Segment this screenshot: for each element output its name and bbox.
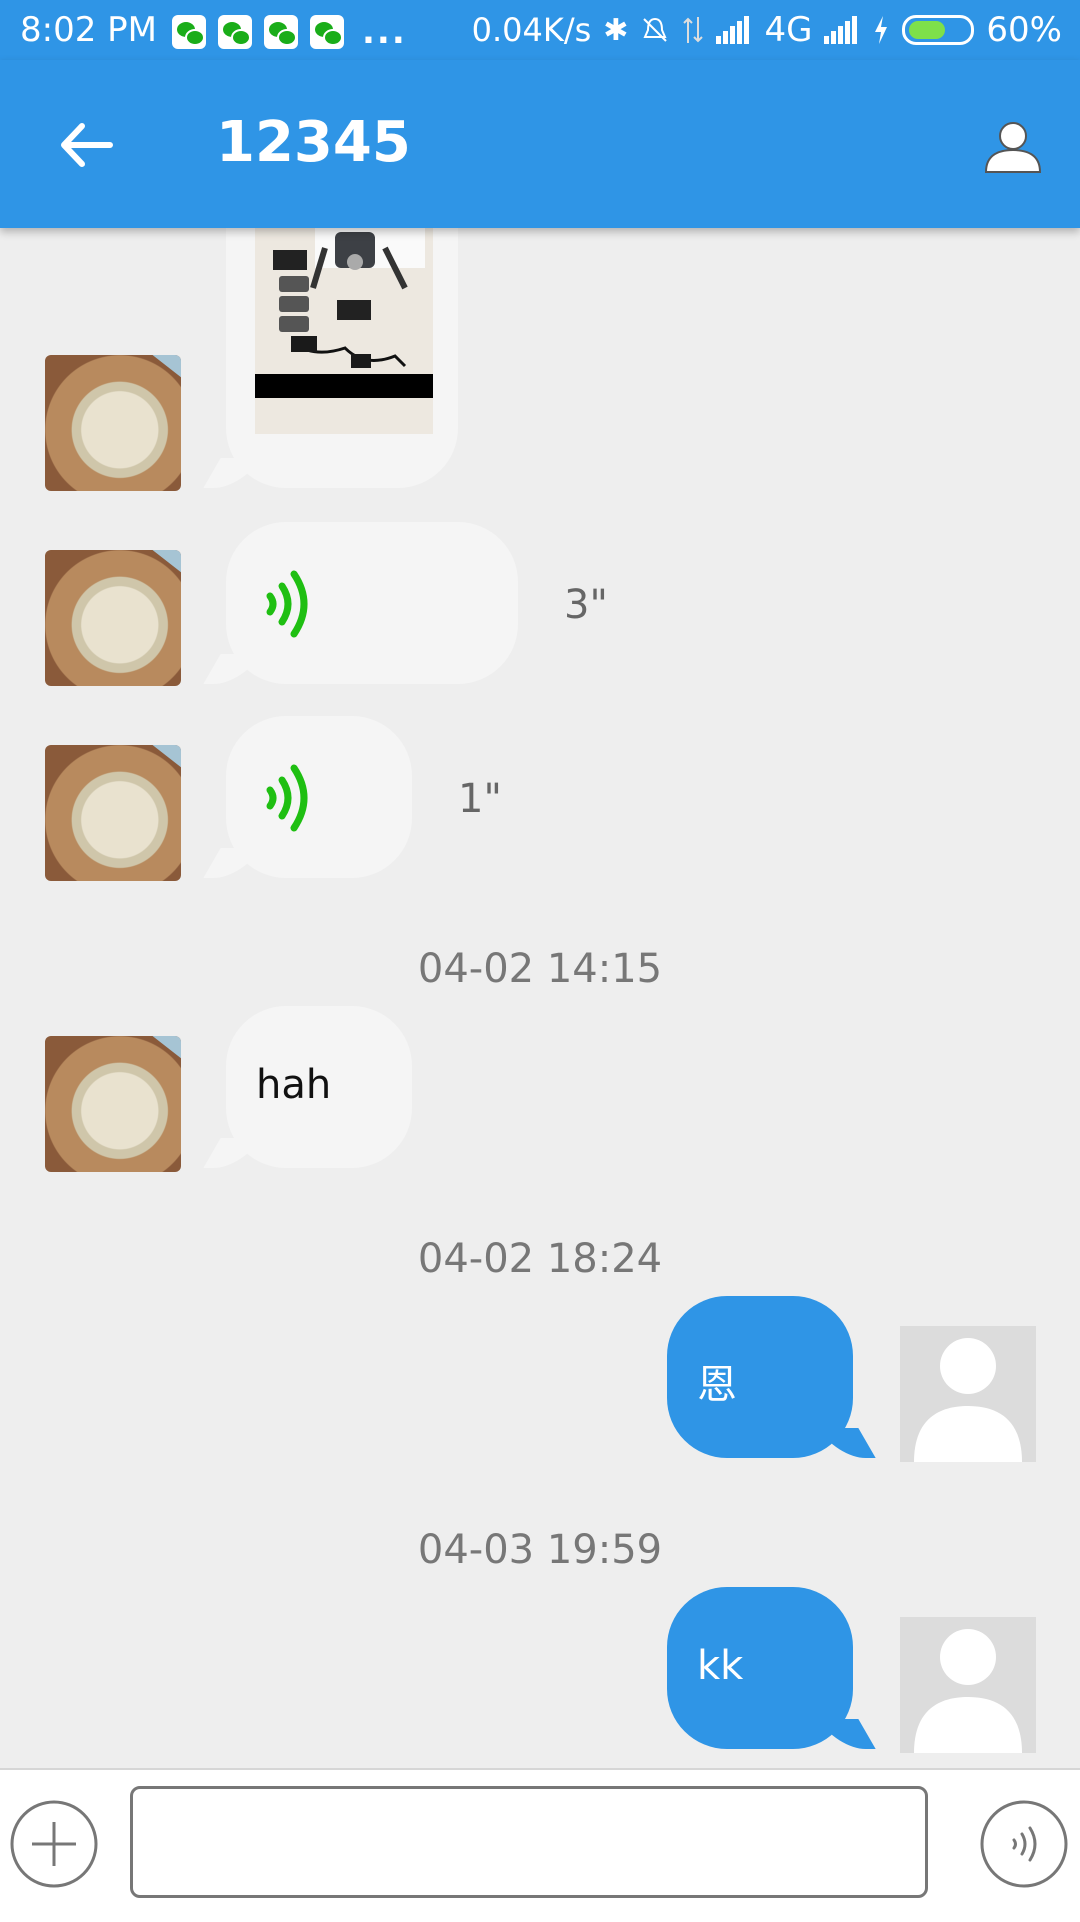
image-bubble[interactable] [226,228,458,488]
text-bubble[interactable]: hah [226,1006,412,1168]
voice-icon [266,764,308,832]
my-avatar[interactable] [900,1617,1036,1753]
voice-icon [980,1800,1068,1888]
contact-avatar[interactable] [45,745,181,881]
message-text: hah [256,1062,332,1108]
mute-bell-icon [643,17,668,42]
drone-photo[interactable] [255,228,433,434]
battery-icon [902,15,975,45]
status-time: 8:02 PM [20,10,157,50]
status-bar: 8:02 PM ... 0.04K/s ✱ 4G 60% [0,0,1080,60]
person-placeholder-icon [914,1629,1022,1753]
battery-percent: 60% [986,10,1062,50]
notification-icons: ... [172,12,407,52]
chat-messages[interactable]: 3" 1" 04-02 14:15 hah 04-02 18:24 恩 04-0… [0,228,1080,1768]
more-notifications: ... [362,12,407,52]
voice-duration: 1" [458,776,502,822]
plus-icon [10,1800,98,1888]
signal-icon [716,16,750,44]
my-avatar[interactable] [900,1326,1036,1462]
text-bubble[interactable]: kk [667,1587,853,1749]
contact-avatar[interactable] [45,550,181,686]
timestamp: 04-03 19:59 [417,1527,663,1573]
wechat-icon [310,15,344,49]
message-input[interactable] [130,1786,928,1898]
wechat-icon [218,15,252,49]
wechat-icon [264,15,298,49]
timestamp: 04-02 14:15 [417,946,663,992]
bluetooth-icon: ✱ [603,12,629,48]
timestamp: 04-02 18:24 [417,1236,663,1282]
voice-bubble[interactable] [226,522,518,684]
page-title: 12345 [216,110,411,175]
net-speed: 0.04K/s [471,11,592,49]
message-text: 恩 [697,1362,737,1408]
arrow-left-icon [61,123,113,167]
voice-bubble[interactable] [226,716,412,878]
status-right: 0.04K/s ✱ 4G 60% [472,10,1062,50]
wechat-icon [172,15,206,49]
network-type: 4G [764,10,813,50]
person-icon [984,122,1042,173]
charging-icon [875,16,888,44]
message-text: kk [697,1643,744,1689]
input-bar [0,1768,1080,1922]
contact-avatar[interactable] [45,1036,181,1172]
contact-avatar[interactable] [45,355,181,491]
title-bar: 12345 [0,60,1080,228]
attach-button[interactable] [10,1800,98,1888]
voice-icon [266,570,308,638]
text-bubble[interactable]: 恩 [667,1296,853,1458]
signal-icon-2 [824,16,858,44]
voice-duration: 3" [564,582,608,628]
back-button[interactable] [52,110,122,180]
contact-button[interactable] [982,116,1044,178]
voice-record-button[interactable] [980,1800,1068,1888]
person-placeholder-icon [914,1338,1022,1462]
data-arrows-icon [683,17,704,43]
